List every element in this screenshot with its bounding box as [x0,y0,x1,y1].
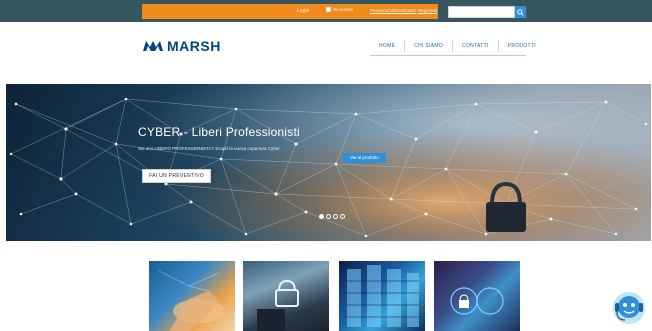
tile-lock-touch[interactable] [243,261,329,331]
forgot-password-link[interactable]: Password dimenticata? [370,8,417,13]
nav-chi-siamo[interactable]: CHI SIAMO [404,40,452,52]
hero-subtitle: Sei uno LIBERO PROFESSIONISTA? Scopri la… [138,146,280,151]
tile-hand-network[interactable] [149,261,235,331]
nav-home[interactable]: HOME [370,40,404,52]
nav-prodotti[interactable]: PRODOTTI [497,40,545,52]
search-input[interactable] [448,6,515,18]
nav-divider [370,55,526,56]
search-box [448,6,526,18]
digital-lock-icon [450,287,504,315]
carousel-dot-3[interactable] [333,214,338,219]
chat-assistant-button[interactable] [611,290,647,326]
register-link[interactable]: Registrati [418,8,437,13]
page: Login Ricordami Password dimenticata? Re… [0,0,652,331]
carousel-dots [319,214,345,219]
login-link[interactable]: Login [297,8,309,14]
search-icon [517,8,524,16]
marsh-logo[interactable]: MARSH [142,38,221,54]
hero-title: CYBER - Liberi Professionisti [138,125,300,139]
carousel-dot-4[interactable] [340,214,345,219]
remember-label: Ricordami [333,7,354,12]
server-icon [347,265,419,327]
tile-digital-lock[interactable] [434,261,520,331]
logo-text: MARSH [167,38,221,54]
hero-quote-button[interactable]: FAI UN PREVENTIVO [142,169,211,183]
remember-me[interactable]: Ricordami [326,7,353,12]
chatbot-avatar-icon [613,292,645,324]
carousel-dot-2[interactable] [326,214,331,219]
lock-icon [257,279,299,331]
nav-contatti[interactable]: CONTATTI [452,40,498,52]
main-nav: HOME CHI SIAMO CONTATTI PRODOTTI [370,40,545,52]
carousel-dot-1[interactable] [319,214,324,219]
remember-checkbox[interactable] [326,7,331,12]
search-button[interactable] [515,6,526,18]
hand-icon [158,270,225,331]
logo-mark-icon [143,41,163,51]
hero-more-button[interactable]: Vai al prodotto [343,153,386,163]
tile-server-room[interactable] [339,261,425,331]
